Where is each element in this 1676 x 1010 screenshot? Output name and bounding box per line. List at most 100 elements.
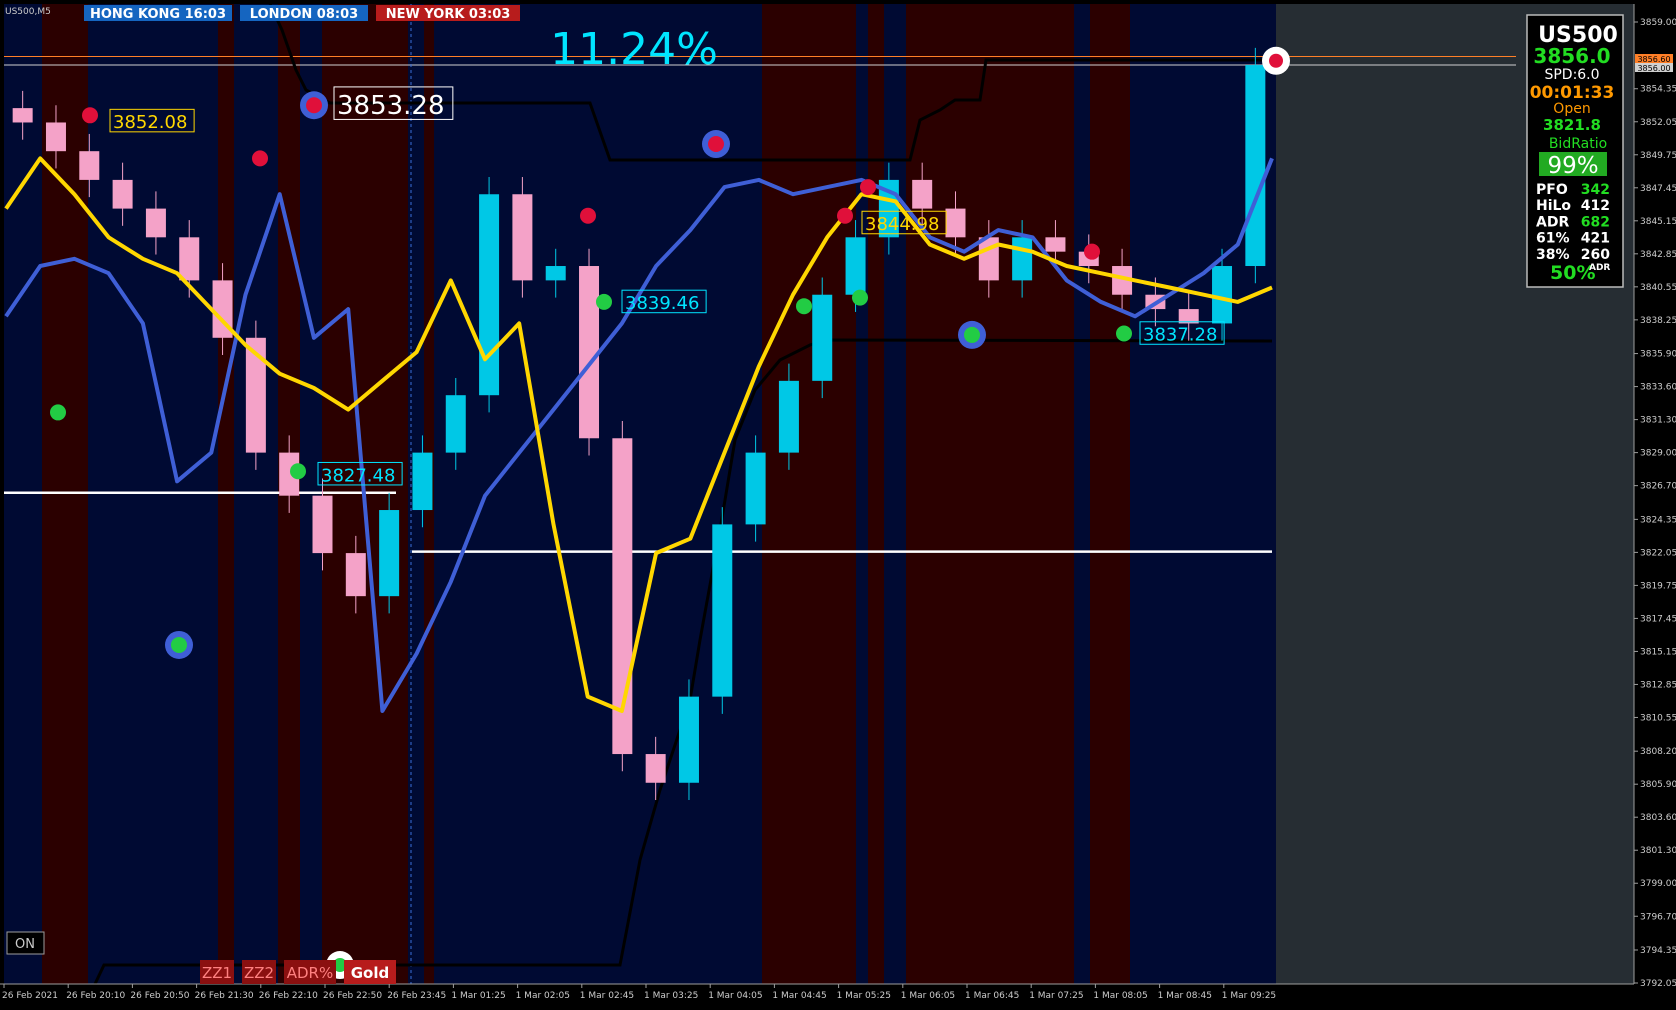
price-axis-label: 3849.75 [1640,151,1676,161]
session-banners: HONG KONG 16:03 LONDON 08:03 NEW YORK 03… [84,5,520,22]
candle-body [179,237,200,281]
info-open-value: 3821.8 [1543,116,1601,134]
sell-signal-dot [837,207,853,224]
extreme-marker-dot [1269,53,1283,68]
zz2-button-label[interactable]: ZZ2 [244,964,274,982]
price-axis-label: 3854.35 [1640,85,1676,95]
price-tag-label: 3827.48 [321,465,395,486]
info-row-label: HiLo [1536,198,1571,214]
info-row-value: 682 [1581,214,1610,230]
info-panel: US500 3856.0 SPD:6.0 00:01:33 Open 3821.… [1526,14,1624,288]
candle-body [1212,266,1233,324]
on-button[interactable]: ON [6,931,45,955]
candle-body [412,452,433,511]
big-percent: 11.24% [550,24,718,75]
time-axis-label: 1 Mar 04:05 [708,991,762,1001]
info-row-label: ADR [1536,214,1569,230]
candle-body [112,179,133,209]
candle-body [445,395,466,453]
candle-body [678,696,699,783]
ask-price-tag-label: 3856.60 [1637,55,1670,64]
candle-body [345,553,366,597]
sell-signal-dot [252,150,268,167]
gold-button-label[interactable]: Gold [351,964,390,982]
time-axis-label: 1 Mar 02:05 [516,991,570,1001]
price-axis-label: 3801.30 [1640,846,1676,856]
price-axis-label: 3792.05 [1640,979,1676,989]
chart-area[interactable]: 3852.08 3853.28 3827.48 3839.46 3844.98 3837.… [0,0,1676,1006]
time-axis-label: 26 Feb 20:50 [130,991,189,1001]
time-axis-label: 26 Feb 21:30 [195,991,254,1001]
price-axis-label: 3808.20 [1640,747,1676,757]
zz2-button[interactable]: ZZ2 [242,960,276,984]
info-timer: 00:01:33 [1530,83,1615,103]
price-axis-label: 3822.05 [1640,548,1676,558]
price-tag-label: 3853.28 [337,91,445,121]
gold-button[interactable]: Gold [344,960,396,984]
info-bidratio-label: BidRatio [1549,136,1607,152]
info-row-label: 61% [1536,231,1570,247]
price-axis-label: 3829.00 [1640,449,1676,459]
info-row-value: 342 [1581,182,1610,198]
candle-body [545,266,566,281]
price-axis-label: 3831.30 [1640,416,1676,426]
info-bidratio-value: 99% [1547,153,1598,179]
bid-price-tag-label: 3856.00 [1637,64,1670,73]
time-axis-label: 1 Mar 08:05 [1093,991,1147,1001]
session-zone [1090,4,1130,984]
time-axis-label: 1 Mar 03:25 [644,991,698,1001]
candle-body [745,452,766,525]
info-open-label: Open [1553,101,1590,117]
candle-body [579,266,600,439]
time-axis-label: 1 Mar 06:45 [965,991,1019,1001]
price-tag-label: 3844.98 [865,214,939,235]
candle-body [79,151,100,180]
candle-body [45,122,66,152]
price-axis-label: 3845.15 [1640,217,1676,227]
price-chart[interactable]: 3852.08 3853.28 3827.48 3839.46 3844.98 3837.… [0,0,1676,1006]
candle-body [512,194,533,281]
adr-button-label[interactable]: ADR% [287,964,334,982]
time-axis-label: 1 Mar 09:25 [1222,991,1276,1001]
price-axis-label: 3852.05 [1640,118,1676,128]
buy-signal-dot [50,404,66,421]
zz1-button-label[interactable]: ZZ1 [202,964,232,982]
buy-signal-dot [852,289,868,306]
time-axis-label: 1 Mar 07:25 [1029,991,1083,1001]
candle-body [945,208,966,238]
price-axis-label: 3826.70 [1640,482,1676,492]
zigzag-pivot-dot [306,97,322,114]
price-axis-label: 3859.00 [1640,18,1676,28]
info-spread: SPD:6.0 [1544,67,1599,83]
candle-body [1245,65,1266,267]
price-axis-label: 3819.75 [1640,581,1676,591]
candle-body [778,380,799,453]
price-axis-label: 3803.60 [1640,813,1676,823]
time-axis-label: 26 Feb 22:50 [323,991,382,1001]
on-button-label[interactable]: ON [15,937,35,952]
buy-signal-dot [1116,325,1132,342]
time-axis-label: 26 Feb 20:10 [66,991,125,1001]
info-price: 3856.0 [1533,44,1610,68]
candle-body [1178,309,1199,324]
time-axis-label: 1 Mar 02:45 [580,991,634,1001]
sell-signal-dot [860,179,876,196]
adr-button[interactable]: ADR% [284,960,336,984]
price-axis-label: 3805.90 [1640,780,1676,790]
price-axis-label: 3824.35 [1640,515,1676,525]
candle-body [312,495,333,554]
price-axis-label: 3810.55 [1640,713,1676,723]
info-row-value: 421 [1581,231,1610,247]
time-axis-label: 1 Mar 08:45 [1158,991,1212,1001]
info-row-value: 260 [1581,247,1610,263]
info-row-label: 38% [1536,247,1570,263]
candle-body [145,208,166,238]
session-london-label: LONDON 08:03 [250,7,358,22]
session-zone [762,4,856,984]
candle-body [845,237,866,295]
zz1-button[interactable]: ZZ1 [200,960,234,984]
price-axis-label: 3840.55 [1640,283,1676,293]
candle-body [812,294,833,381]
price-axis-label: 3794.35 [1640,946,1676,956]
price-axis-label: 3838.25 [1640,316,1676,326]
